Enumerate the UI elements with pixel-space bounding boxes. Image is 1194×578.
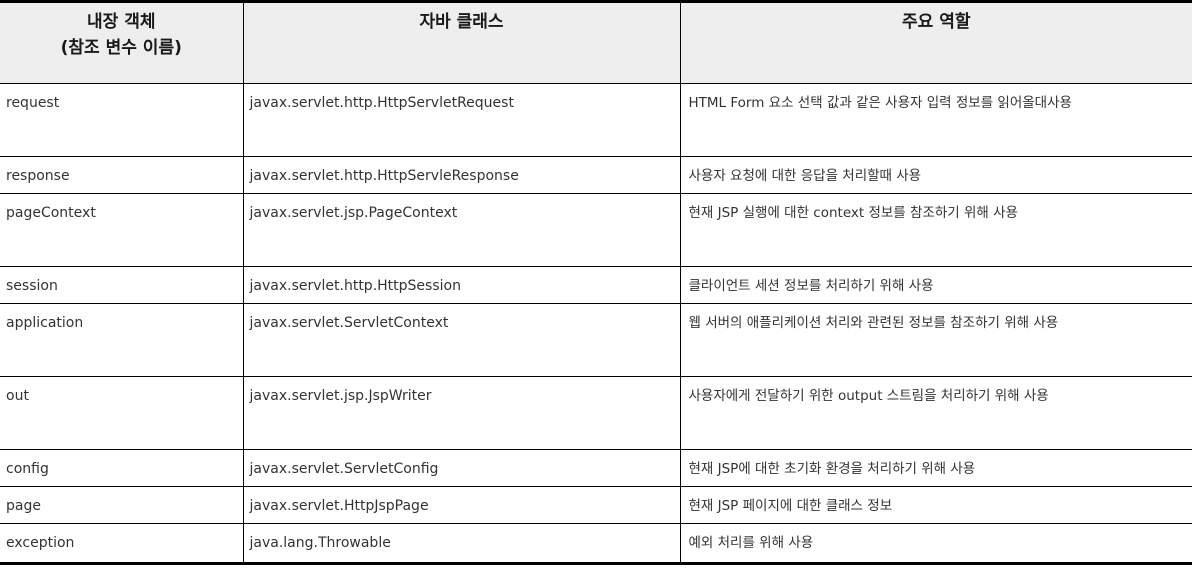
table-row: exception java.lang.Throwable 예외 처리를 위해 … — [0, 523, 1192, 565]
object-cell: response — [0, 156, 244, 194]
table-row: request javax.servlet.http.HttpServletRe… — [0, 83, 1192, 157]
class-cell: javax.servlet.http.HttpServleResponse — [242, 156, 681, 194]
header-object-line1: 내장 객체 — [87, 12, 156, 32]
class-cell: javax.servlet.http.HttpSession — [242, 266, 681, 304]
class-cell: javax.servlet.jsp.PageContext — [242, 193, 681, 267]
class-cell: javax.servlet.jsp.JspWriter — [242, 376, 681, 450]
class-cell: javax.servlet.ServletConfig — [242, 449, 681, 487]
header-class: 자바 클래스 — [242, 0, 681, 84]
role-cell: 현재 JSP 페이지에 대한 클래스 정보 — [679, 486, 1192, 524]
role-cell: 사용자에게 전달하기 위한 output 스트림을 처리하기 위해 사용 — [679, 376, 1192, 450]
table-header: 내장 객체 (참조 변수 이름) 자바 클래스 주요 역할 — [0, 0, 1192, 84]
table-row: pageContext javax.servlet.jsp.PageContex… — [0, 193, 1192, 267]
table-row: page javax.servlet.HttpJspPage 현재 JSP 페이… — [0, 486, 1192, 524]
class-cell: javax.servlet.HttpJspPage — [242, 486, 681, 524]
role-cell: 클라이언트 세션 정보를 처리하기 위해 사용 — [679, 266, 1192, 304]
object-cell: pageContext — [0, 193, 244, 267]
table-row: config javax.servlet.ServletConfig 현재 JS… — [0, 449, 1192, 487]
role-cell: 웹 서버의 애플리케이션 처리와 관련된 정보를 참조하기 위해 사용 — [679, 303, 1192, 377]
role-cell: HTML Form 요소 선택 값과 같은 사용자 입력 정보를 읽어올대사용 — [679, 83, 1192, 157]
object-cell: exception — [0, 523, 244, 565]
class-cell: javax.servlet.ServletContext — [242, 303, 681, 377]
role-cell: 사용자 요청에 대한 응답을 처리할때 사용 — [679, 156, 1192, 194]
header-class-label: 자바 클래스 — [419, 12, 504, 32]
object-cell: request — [0, 83, 244, 157]
table-row: session javax.servlet.http.HttpSession 클… — [0, 266, 1192, 304]
table-row: out javax.servlet.jsp.JspWriter 사용자에게 전달… — [0, 376, 1192, 450]
object-cell: application — [0, 303, 244, 377]
header-object-line2: (참조 변수 이름) — [60, 38, 182, 58]
table-row: response javax.servlet.http.HttpServleRe… — [0, 156, 1192, 194]
object-cell: config — [0, 449, 244, 487]
document-page: 내장 객체 (참조 변수 이름) 자바 클래스 주요 역할 request ja… — [0, 0, 1194, 578]
class-cell: javax.servlet.http.HttpServletRequest — [242, 83, 681, 157]
role-cell: 예외 처리를 위해 사용 — [679, 523, 1192, 565]
object-cell: page — [0, 486, 244, 524]
role-cell: 현재 JSP 실행에 대한 context 정보를 참조하기 위해 사용 — [679, 193, 1192, 267]
header-row: 내장 객체 (참조 변수 이름) 자바 클래스 주요 역할 — [0, 0, 1192, 84]
header-role: 주요 역할 — [679, 0, 1192, 84]
object-cell: out — [0, 376, 244, 450]
table-body: request javax.servlet.http.HttpServletRe… — [0, 83, 1192, 565]
role-cell: 현재 JSP에 대한 초기화 환경을 처리하기 위해 사용 — [679, 449, 1192, 487]
header-object: 내장 객체 (참조 변수 이름) — [0, 0, 244, 84]
table-row: application javax.servlet.ServletContext… — [0, 303, 1192, 377]
object-cell: session — [0, 266, 244, 304]
header-role-label: 주요 역할 — [902, 12, 971, 32]
class-cell: java.lang.Throwable — [242, 523, 681, 565]
jsp-implicit-objects-table: 내장 객체 (참조 변수 이름) 자바 클래스 주요 역할 request ja… — [0, 0, 1192, 565]
